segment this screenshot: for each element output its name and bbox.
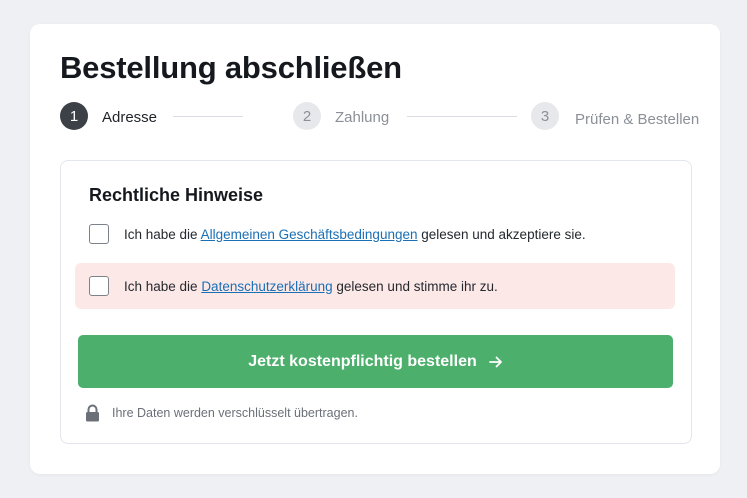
checkout-stepper: 1 Adresse 2 Zahlung 3 Prüfen & Bestellen <box>60 102 700 132</box>
terms-checkbox-row[interactable]: Ich habe die Allgemeinen Geschäftsbeding… <box>75 211 675 257</box>
lock-icon <box>85 404 100 422</box>
step-3-label[interactable]: Prüfen & Bestellen <box>575 111 699 128</box>
page-title: Bestellung abschließen <box>60 50 402 85</box>
arrow-right-icon <box>488 355 503 369</box>
step-2-indicator[interactable]: 2 <box>293 102 321 130</box>
terms-link[interactable]: Allgemeinen Geschäftsbedingungen <box>201 227 418 242</box>
checkout-card: Bestellung abschließen 1 Adresse 2 Zahlu… <box>30 24 720 474</box>
privacy-text: Ich habe die Datenschutzerklärung gelese… <box>124 278 498 294</box>
step-1-indicator[interactable]: 1 <box>60 102 88 130</box>
step-3-indicator[interactable]: 3 <box>531 102 559 130</box>
privacy-checkbox-row[interactable]: Ich habe die Datenschutzerklärung gelese… <box>75 263 675 309</box>
secure-transfer-note: Ihre Daten werden verschlüsselt übertrag… <box>85 404 358 422</box>
step-connector <box>173 116 243 117</box>
place-order-button[interactable]: Jetzt kostenpflichtig bestellen <box>78 335 673 388</box>
privacy-checkbox[interactable] <box>89 276 109 296</box>
place-order-label: Jetzt kostenpflichtig bestellen <box>248 352 477 370</box>
privacy-link[interactable]: Datenschutzerklärung <box>201 279 332 294</box>
step-connector <box>407 116 517 117</box>
legal-notices-title: Rechtliche Hinweise <box>89 185 264 205</box>
terms-text: Ich habe die Allgemeinen Geschäftsbeding… <box>124 226 586 242</box>
secure-transfer-text: Ihre Daten werden verschlüsselt übertrag… <box>112 406 358 420</box>
step-2-label[interactable]: Zahlung <box>335 109 389 126</box>
step-1-label[interactable]: Adresse <box>102 109 157 126</box>
legal-notices-panel: Rechtliche Hinweise Ich habe die Allgeme… <box>60 160 692 444</box>
terms-checkbox[interactable] <box>89 224 109 244</box>
